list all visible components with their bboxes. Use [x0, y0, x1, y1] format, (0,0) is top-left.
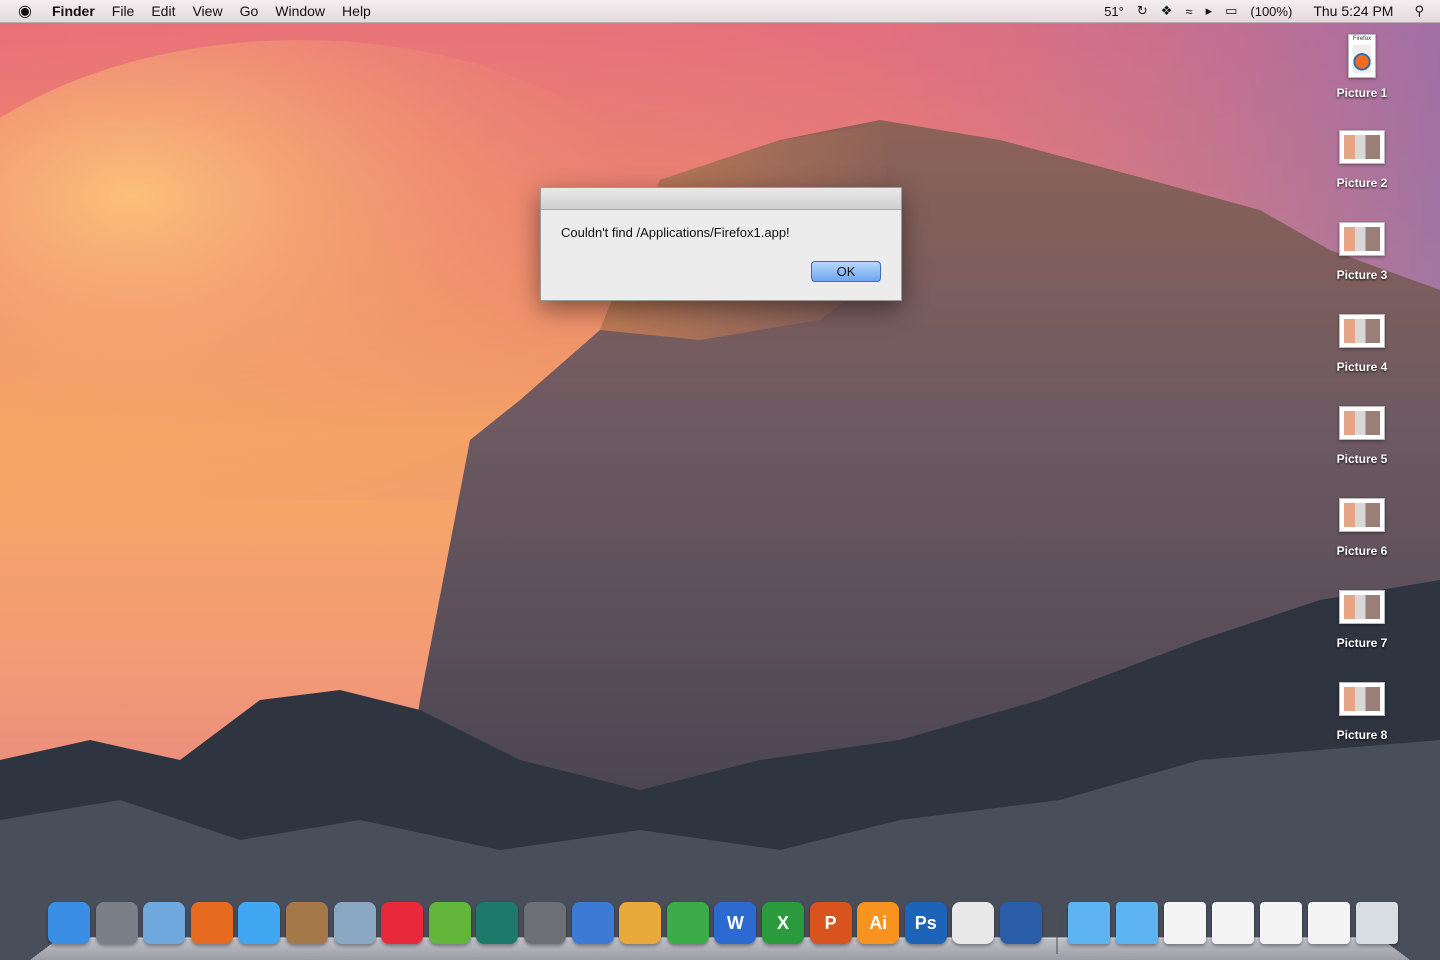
apple-menu-icon[interactable]: ◉ [18, 1, 38, 21]
messages-icon[interactable] [238, 902, 281, 944]
menu-finder[interactable]: Finder [52, 3, 95, 19]
network-icon[interactable] [1000, 902, 1042, 944]
bluetooth-icon[interactable]: ❖ [1161, 3, 1173, 19]
ok-button[interactable]: OK [811, 261, 881, 282]
thumbnail-label: Firefox [1352, 36, 1372, 42]
status-area: 51° ↻ ❖ ≈ ▸ ▭ (100%) Thu 5:24 PM ⚲ [1104, 3, 1424, 19]
itunes-icon[interactable] [381, 902, 424, 944]
file-thumbnail-icon [1339, 130, 1385, 164]
desktop-icon-label: Picture 2 [1336, 176, 1388, 190]
document-stack-icon[interactable] [1164, 902, 1206, 944]
desktop-icon-label: Picture 8 [1336, 728, 1388, 742]
dock: W X P Ai Ps [30, 896, 1410, 960]
file-thumbnail-icon [1339, 498, 1385, 532]
photoshop-icon[interactable]: Ps [904, 902, 947, 944]
contacts-icon[interactable] [286, 902, 328, 944]
spotlight-search-icon[interactable]: ⚲ [1414, 3, 1424, 19]
desktop-icon-label: Picture 5 [1336, 452, 1388, 466]
spotify-icon[interactable] [428, 902, 471, 944]
desktop-icon-label: Picture 6 [1336, 544, 1388, 558]
applications-folder-icon[interactable] [1068, 902, 1110, 944]
menu-file[interactable]: File [112, 3, 135, 19]
file-thumbnail-icon [1339, 314, 1385, 348]
screenshot-stack-icon[interactable] [1212, 902, 1254, 944]
keynote-icon[interactable] [571, 902, 614, 944]
battery-percentage[interactable]: (100%) [1250, 4, 1292, 19]
word-icon[interactable]: W [714, 902, 757, 944]
battery-icon[interactable]: ▭ [1225, 3, 1237, 19]
menu-go[interactable]: Go [240, 3, 259, 19]
preview-icon[interactable] [333, 902, 376, 944]
desktop-icon-picture-7[interactable]: Picture 7 [1316, 586, 1408, 666]
menu-view[interactable]: View [192, 3, 222, 19]
powerpoint-icon[interactable]: P [809, 902, 852, 944]
menu-help[interactable]: Help [342, 3, 371, 19]
illustrator-icon[interactable]: Ai [857, 902, 900, 944]
desktop-icon-picture-4[interactable]: Picture 4 [1316, 310, 1408, 390]
desktop-icon-picture-2[interactable]: Picture 2 [1316, 126, 1408, 206]
temperature-status[interactable]: 51° [1104, 4, 1124, 19]
desktop-icon-label: Picture 3 [1336, 268, 1388, 282]
screenshot-stack-icon[interactable] [1260, 902, 1302, 944]
numbers-icon[interactable] [666, 902, 709, 944]
file-thumbnail-icon [1339, 682, 1385, 716]
launchpad-icon[interactable] [95, 902, 138, 944]
desktop-icon-label: Picture 1 [1336, 86, 1388, 100]
desktop-icon-picture-5[interactable]: Picture 5 [1316, 402, 1408, 482]
file-thumbnail-icon [1339, 590, 1385, 624]
pages-icon[interactable] [619, 902, 662, 944]
time-machine-icon[interactable] [476, 902, 519, 944]
desktop-wallpaper [0, 0, 1440, 960]
desktop-icon-label: Picture 4 [1336, 360, 1388, 374]
firefox-icon[interactable] [190, 902, 233, 944]
file-thumbnail-icon [1339, 406, 1385, 440]
system-preferences-icon[interactable] [524, 902, 566, 944]
downloads-folder-icon[interactable] [1116, 902, 1158, 944]
desktop-icon-picture-8[interactable]: Picture 8 [1316, 678, 1408, 758]
file-thumbnail-icon [1339, 222, 1385, 256]
dock-separator [1056, 914, 1058, 954]
textedit-icon[interactable] [952, 902, 995, 944]
dialog-message: Couldn't find /Applications/Firefox1.app… [561, 225, 790, 240]
desktop-icon-picture-3[interactable]: Picture 3 [1316, 218, 1408, 298]
screenshot-stack-icon[interactable] [1308, 902, 1350, 944]
excel-icon[interactable]: X [762, 902, 804, 944]
volume-icon[interactable]: ▸ [1206, 3, 1213, 19]
menu-bar: ◉ Finder File Edit View Go Window Help 5… [0, 0, 1440, 23]
trash-icon[interactable] [1356, 902, 1398, 944]
dialog-titlebar[interactable] [541, 188, 901, 210]
wifi-icon[interactable]: ≈ [1185, 4, 1192, 19]
mail-icon[interactable] [143, 902, 186, 944]
desktop-icon-picture-1[interactable]: Firefox Picture 1 [1316, 30, 1408, 110]
clock[interactable]: Thu 5:24 PM [1313, 3, 1393, 19]
time-machine-status-icon[interactable]: ↻ [1137, 3, 1148, 19]
menu-window[interactable]: Window [275, 3, 325, 19]
finder-icon[interactable] [48, 902, 90, 944]
error-dialog: Couldn't find /Applications/Firefox1.app… [540, 187, 902, 301]
desktop-icon-picture-6[interactable]: Picture 6 [1316, 494, 1408, 574]
menu-edit[interactable]: Edit [151, 3, 175, 19]
desktop-icon-label: Picture 7 [1336, 636, 1388, 650]
wallpaper-mountain [0, 0, 1440, 960]
file-thumbnail-icon: Firefox [1348, 34, 1376, 78]
